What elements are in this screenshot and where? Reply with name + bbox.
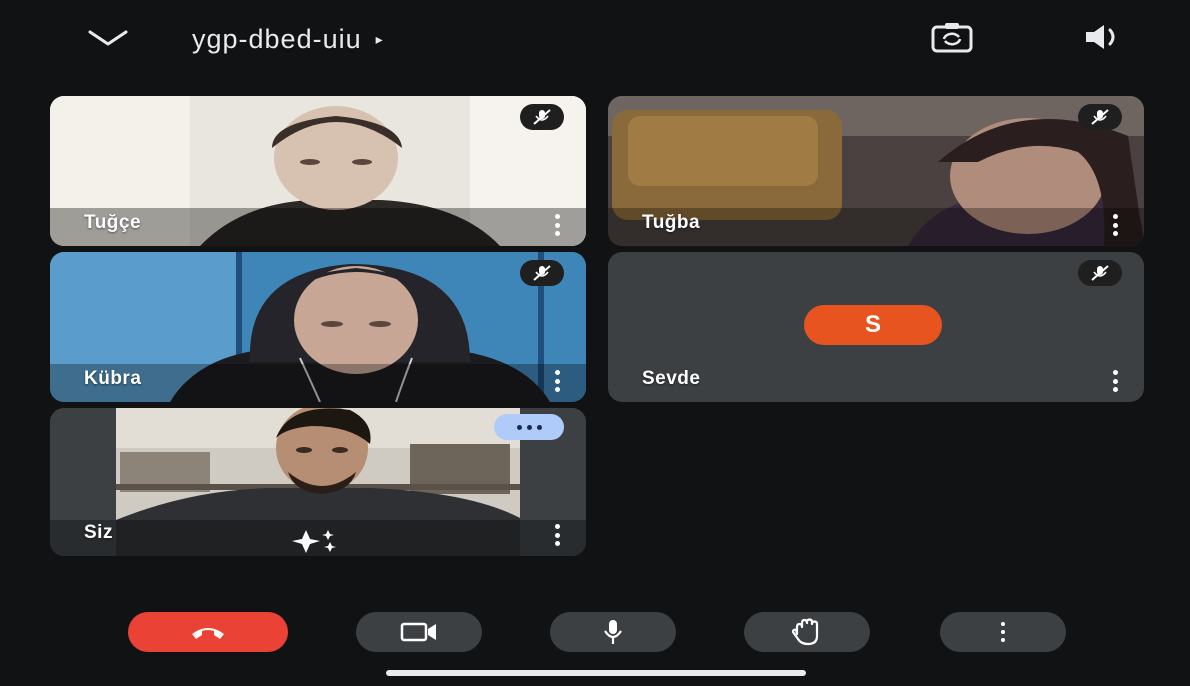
more-vert-icon[interactable] xyxy=(552,214,562,236)
participant-name: Sevde xyxy=(642,368,701,389)
more-vert-icon[interactable] xyxy=(552,524,562,546)
microphone-button[interactable] xyxy=(550,612,676,652)
meeting-code: ygp-dbed-uiu xyxy=(192,24,362,54)
expand-arrow-icon: ▸ xyxy=(375,31,384,47)
end-call-button[interactable] xyxy=(128,612,288,652)
more-vert-icon[interactable] xyxy=(1110,214,1120,236)
mic-off-icon xyxy=(1078,260,1122,286)
participant-name: Tuğba xyxy=(642,212,701,233)
mic-off-icon xyxy=(1078,104,1122,130)
end-call-icon xyxy=(192,628,224,639)
microphone-icon xyxy=(604,620,622,644)
more-horiz-icon[interactable] xyxy=(494,414,564,440)
participant-tile-tugba[interactable]: Tuğba xyxy=(608,96,1144,246)
participant-name: Kübra xyxy=(84,368,142,389)
participant-name: Siz xyxy=(84,522,113,543)
raise-hand-button[interactable] xyxy=(744,612,870,652)
participant-tile-tugce[interactable]: Tuğçe xyxy=(50,96,586,246)
more-vert-icon[interactable] xyxy=(552,370,562,392)
mic-off-icon xyxy=(520,260,564,286)
switch-camera-icon[interactable] xyxy=(930,20,974,54)
camera-button[interactable] xyxy=(356,612,482,652)
speaker-icon[interactable] xyxy=(1082,20,1126,54)
more-vert-icon[interactable] xyxy=(1110,370,1120,392)
hand-icon xyxy=(791,618,819,646)
participant-tile-self[interactable]: Siz xyxy=(50,408,586,556)
participant-tile-kubra[interactable]: Kübra xyxy=(50,252,586,402)
participant-name: Tuğçe xyxy=(84,212,142,233)
video-camera-icon xyxy=(400,622,436,642)
chevron-down-icon[interactable] xyxy=(86,22,130,52)
avatar: S xyxy=(804,305,942,345)
sparkle-icon[interactable] xyxy=(286,528,346,554)
meeting-code-button[interactable]: ygp-dbed-uiu ▸ xyxy=(192,24,384,55)
more-vert-icon xyxy=(1000,622,1006,642)
more-options-button[interactable] xyxy=(940,612,1066,652)
home-indicator[interactable] xyxy=(386,670,806,676)
participant-tile-sevde[interactable]: S Sevde xyxy=(608,252,1144,402)
top-bar: ygp-dbed-uiu ▸ xyxy=(0,0,1190,80)
mic-off-icon xyxy=(520,104,564,130)
